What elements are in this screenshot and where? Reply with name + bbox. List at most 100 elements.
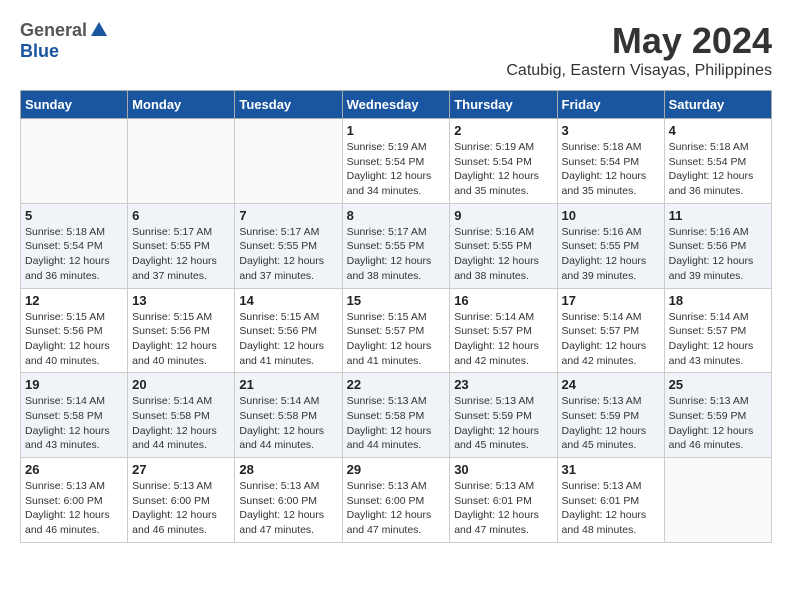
col-header-monday: Monday	[128, 91, 235, 119]
day-number: 6	[132, 208, 230, 223]
day-number: 21	[239, 377, 337, 392]
calendar-cell: 22 Sunrise: 5:13 AM Sunset: 5:58 PM Dayli…	[342, 373, 450, 458]
calendar-cell: 6 Sunrise: 5:17 AM Sunset: 5:55 PM Daylig…	[128, 203, 235, 288]
calendar-table: SundayMondayTuesdayWednesdayThursdayFrid…	[20, 90, 772, 543]
day-number: 31	[562, 462, 660, 477]
day-info: Sunrise: 5:16 AM Sunset: 5:55 PM Dayligh…	[454, 225, 552, 284]
calendar-cell: 30Sunrise: 5:13 AM Sunset: 6:01 PM Dayli…	[450, 458, 557, 543]
calendar-header-row: SundayMondayTuesdayWednesdayThursdayFrid…	[21, 91, 772, 119]
logo: General Blue	[20, 20, 109, 62]
day-number: 4	[669, 123, 767, 138]
day-info: Sunrise: 5:15 AM Sunset: 5:57 PM Dayligh…	[347, 310, 446, 369]
calendar-cell: 11 Sunrise: 5:16 AM Sunset: 5:56 PM Dayli…	[664, 203, 771, 288]
logo-blue-text: Blue	[20, 41, 59, 61]
calendar-cell: 25 Sunrise: 5:13 AM Sunset: 5:59 PM Dayli…	[664, 373, 771, 458]
day-number: 8	[347, 208, 446, 223]
page-header: General Blue May 2024 Catubig, Eastern V…	[20, 20, 772, 80]
day-number: 16	[454, 293, 552, 308]
day-info: Sunrise: 5:14 AM Sunset: 5:57 PM Dayligh…	[454, 310, 552, 369]
calendar-cell: 17Sunrise: 5:14 AM Sunset: 5:57 PM Dayli…	[557, 288, 664, 373]
calendar-cell: 19 Sunrise: 5:14 AM Sunset: 5:58 PM Dayli…	[21, 373, 128, 458]
day-number: 11	[669, 208, 767, 223]
day-number: 9	[454, 208, 552, 223]
calendar-cell: 31 Sunrise: 5:13 AM Sunset: 6:01 PM Dayli…	[557, 458, 664, 543]
calendar-cell	[235, 119, 342, 204]
day-info: Sunrise: 5:16 AM Sunset: 5:56 PM Dayligh…	[669, 225, 767, 284]
day-info: Sunrise: 5:13 AM Sunset: 6:01 PM Dayligh…	[562, 479, 660, 538]
calendar-week-row: 12 Sunrise: 5:15 AM Sunset: 5:56 PM Dayli…	[21, 288, 772, 373]
calendar-cell: 5Sunrise: 5:18 AM Sunset: 5:54 PM Daylig…	[21, 203, 128, 288]
main-title: May 2024	[506, 20, 772, 62]
day-info: Sunrise: 5:19 AM Sunset: 5:54 PM Dayligh…	[347, 140, 446, 199]
day-number: 20	[132, 377, 230, 392]
day-info: Sunrise: 5:15 AM Sunset: 5:56 PM Dayligh…	[132, 310, 230, 369]
title-area: May 2024 Catubig, Eastern Visayas, Phili…	[506, 20, 772, 80]
day-info: Sunrise: 5:17 AM Sunset: 5:55 PM Dayligh…	[132, 225, 230, 284]
calendar-cell: 1 Sunrise: 5:19 AM Sunset: 5:54 PM Daylig…	[342, 119, 450, 204]
calendar-cell: 26 Sunrise: 5:13 AM Sunset: 6:00 PM Dayli…	[21, 458, 128, 543]
calendar-cell: 12 Sunrise: 5:15 AM Sunset: 5:56 PM Dayli…	[21, 288, 128, 373]
day-number: 19	[25, 377, 123, 392]
day-info: Sunrise: 5:13 AM Sunset: 5:59 PM Dayligh…	[454, 394, 552, 453]
day-number: 29	[347, 462, 446, 477]
day-info: Sunrise: 5:13 AM Sunset: 6:00 PM Dayligh…	[25, 479, 123, 538]
day-info: Sunrise: 5:17 AM Sunset: 5:55 PM Dayligh…	[347, 225, 446, 284]
calendar-cell	[664, 458, 771, 543]
day-number: 7	[239, 208, 337, 223]
day-info: Sunrise: 5:14 AM Sunset: 5:58 PM Dayligh…	[239, 394, 337, 453]
calendar-cell: 21 Sunrise: 5:14 AM Sunset: 5:58 PM Dayli…	[235, 373, 342, 458]
calendar-cell: 28 Sunrise: 5:13 AM Sunset: 6:00 PM Dayli…	[235, 458, 342, 543]
day-info: Sunrise: 5:13 AM Sunset: 5:59 PM Dayligh…	[562, 394, 660, 453]
calendar-cell: 16 Sunrise: 5:14 AM Sunset: 5:57 PM Dayli…	[450, 288, 557, 373]
day-info: Sunrise: 5:15 AM Sunset: 5:56 PM Dayligh…	[25, 310, 123, 369]
col-header-sunday: Sunday	[21, 91, 128, 119]
calendar-cell: 4 Sunrise: 5:18 AM Sunset: 5:54 PM Daylig…	[664, 119, 771, 204]
calendar-cell	[21, 119, 128, 204]
day-number: 24	[562, 377, 660, 392]
calendar-cell: 15 Sunrise: 5:15 AM Sunset: 5:57 PM Dayli…	[342, 288, 450, 373]
day-info: Sunrise: 5:14 AM Sunset: 5:58 PM Dayligh…	[25, 394, 123, 453]
day-number: 27	[132, 462, 230, 477]
calendar-cell: 2Sunrise: 5:19 AM Sunset: 5:54 PM Daylig…	[450, 119, 557, 204]
calendar-cell: 14 Sunrise: 5:15 AM Sunset: 5:56 PM Dayli…	[235, 288, 342, 373]
day-info: Sunrise: 5:18 AM Sunset: 5:54 PM Dayligh…	[562, 140, 660, 199]
calendar-cell: 27 Sunrise: 5:13 AM Sunset: 6:00 PM Dayli…	[128, 458, 235, 543]
day-number: 18	[669, 293, 767, 308]
day-info: Sunrise: 5:13 AM Sunset: 5:58 PM Dayligh…	[347, 394, 446, 453]
day-number: 28	[239, 462, 337, 477]
calendar-cell: 8 Sunrise: 5:17 AM Sunset: 5:55 PM Daylig…	[342, 203, 450, 288]
day-info: Sunrise: 5:13 AM Sunset: 5:59 PM Dayligh…	[669, 394, 767, 453]
logo-triangle-icon	[89, 20, 109, 40]
calendar-cell: 20 Sunrise: 5:14 AM Sunset: 5:58 PM Dayli…	[128, 373, 235, 458]
day-info: Sunrise: 5:14 AM Sunset: 5:57 PM Dayligh…	[669, 310, 767, 369]
day-number: 1	[347, 123, 446, 138]
day-number: 14	[239, 293, 337, 308]
day-info: Sunrise: 5:15 AM Sunset: 5:56 PM Dayligh…	[239, 310, 337, 369]
day-number: 17	[562, 293, 660, 308]
col-header-friday: Friday	[557, 91, 664, 119]
day-number: 25	[669, 377, 767, 392]
day-info: Sunrise: 5:13 AM Sunset: 6:00 PM Dayligh…	[132, 479, 230, 538]
day-number: 2	[454, 123, 552, 138]
day-info: Sunrise: 5:14 AM Sunset: 5:58 PM Dayligh…	[132, 394, 230, 453]
day-number: 22	[347, 377, 446, 392]
day-info: Sunrise: 5:18 AM Sunset: 5:54 PM Dayligh…	[669, 140, 767, 199]
calendar-cell: 24 Sunrise: 5:13 AM Sunset: 5:59 PM Dayli…	[557, 373, 664, 458]
calendar-cell: 10Sunrise: 5:16 AM Sunset: 5:55 PM Dayli…	[557, 203, 664, 288]
col-header-thursday: Thursday	[450, 91, 557, 119]
day-info: Sunrise: 5:18 AM Sunset: 5:54 PM Dayligh…	[25, 225, 123, 284]
calendar-cell: 29Sunrise: 5:13 AM Sunset: 6:00 PM Dayli…	[342, 458, 450, 543]
calendar-cell: 18 Sunrise: 5:14 AM Sunset: 5:57 PM Dayli…	[664, 288, 771, 373]
day-number: 15	[347, 293, 446, 308]
day-number: 12	[25, 293, 123, 308]
calendar-cell: 23 Sunrise: 5:13 AM Sunset: 5:59 PM Dayli…	[450, 373, 557, 458]
logo-general-text: General	[20, 20, 87, 41]
day-info: Sunrise: 5:13 AM Sunset: 6:00 PM Dayligh…	[239, 479, 337, 538]
day-number: 26	[25, 462, 123, 477]
day-number: 23	[454, 377, 552, 392]
day-number: 10	[562, 208, 660, 223]
calendar-cell: 9 Sunrise: 5:16 AM Sunset: 5:55 PM Daylig…	[450, 203, 557, 288]
calendar-cell	[128, 119, 235, 204]
calendar-cell: 7Sunrise: 5:17 AM Sunset: 5:55 PM Daylig…	[235, 203, 342, 288]
subtitle: Catubig, Eastern Visayas, Philippines	[506, 62, 772, 80]
